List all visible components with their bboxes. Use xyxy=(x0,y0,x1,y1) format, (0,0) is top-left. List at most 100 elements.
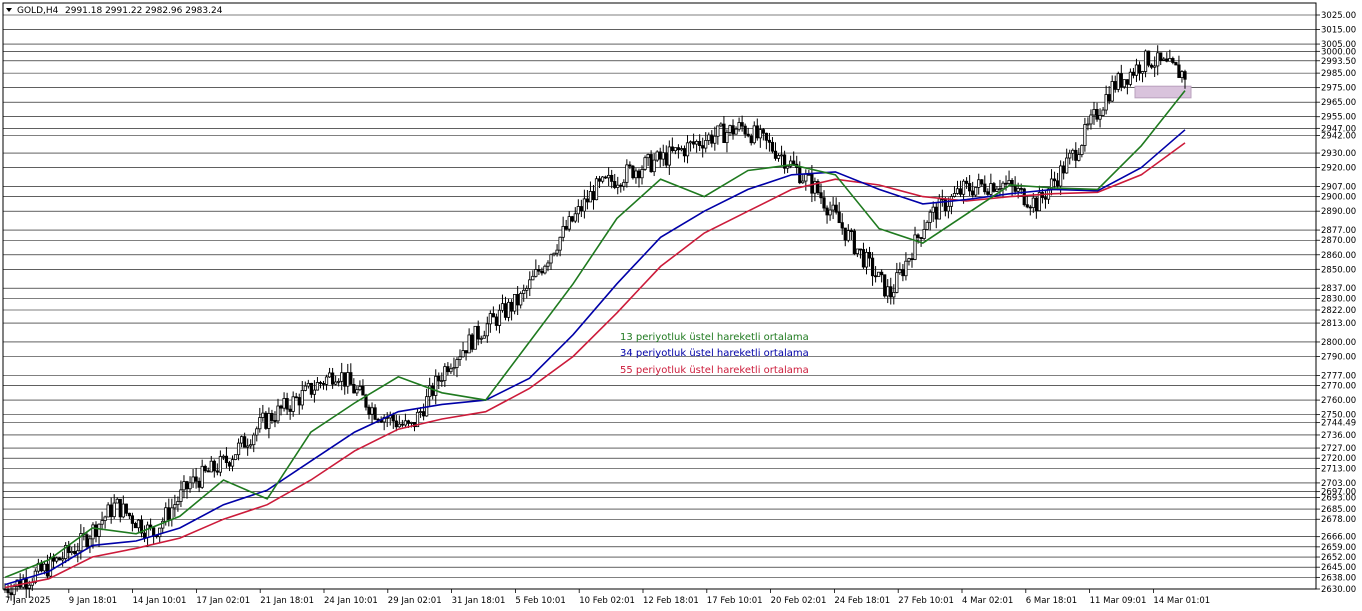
candle-body xyxy=(506,301,511,318)
candle-body xyxy=(1001,182,1005,190)
candle-body xyxy=(6,588,10,594)
candle-body xyxy=(482,335,486,339)
candle-body xyxy=(525,288,529,291)
y-tick-label: 2942.00 xyxy=(1321,132,1356,142)
candle-body xyxy=(434,375,438,396)
candle-body xyxy=(834,204,838,213)
candle-body xyxy=(925,221,929,230)
candle-body xyxy=(561,225,565,238)
y-tick-label: 2760.00 xyxy=(1321,396,1356,406)
candle-body xyxy=(679,148,684,151)
candle-body xyxy=(758,129,762,139)
candle-body xyxy=(346,372,350,387)
candle-body xyxy=(470,334,474,350)
candle-body xyxy=(786,165,790,169)
x-tick-label: 24 Feb 18:01 xyxy=(834,596,890,606)
candle-body xyxy=(1125,79,1129,85)
candle-body xyxy=(48,557,53,577)
candle-body xyxy=(167,507,171,521)
candle-body xyxy=(236,442,241,456)
candle-body xyxy=(145,524,150,538)
candle-body xyxy=(880,271,884,276)
candle-body xyxy=(194,476,198,482)
candle-body xyxy=(109,504,113,518)
candle-body xyxy=(531,275,535,281)
candle-body xyxy=(546,262,550,267)
candle-body xyxy=(476,325,480,340)
candle-body xyxy=(658,151,662,160)
candle-body xyxy=(764,132,768,141)
candle-body xyxy=(688,141,693,144)
candle-body xyxy=(1083,124,1087,146)
price-chart[interactable]: 3025.003015.003005.003000.002993.502985.… xyxy=(0,0,1362,611)
y-tick-label: 2830.00 xyxy=(1321,294,1356,304)
candle-body xyxy=(919,237,923,239)
candle-body xyxy=(822,197,826,209)
candle-body xyxy=(1074,149,1078,161)
candle-body xyxy=(112,502,116,518)
candle-body xyxy=(573,213,577,222)
candle-body xyxy=(591,191,596,201)
candle-body xyxy=(1137,64,1142,74)
chevron-down-icon[interactable] xyxy=(6,8,12,12)
candle-body xyxy=(995,188,999,192)
candle-body xyxy=(306,382,310,387)
x-tick-label: 9 Jan 18:01 xyxy=(69,596,117,606)
y-tick-label: 2638.00 xyxy=(1321,573,1356,583)
candle-body xyxy=(1062,165,1066,174)
candle-body xyxy=(1140,71,1145,74)
candle-body xyxy=(422,411,426,417)
candle-body xyxy=(594,178,599,201)
candle-body xyxy=(106,504,110,518)
candle-body xyxy=(103,516,107,521)
candle-body xyxy=(100,520,104,525)
candle-body xyxy=(737,122,741,130)
candle-body xyxy=(1177,64,1181,78)
candle-body xyxy=(200,465,204,488)
candle-body xyxy=(94,524,98,537)
candle-body xyxy=(761,129,765,134)
candle-body xyxy=(1159,52,1163,61)
candle-body xyxy=(240,436,244,444)
y-tick-label: 2985.00 xyxy=(1321,69,1356,79)
candle-body xyxy=(895,272,899,293)
candle-body xyxy=(825,207,829,216)
candle-body xyxy=(358,386,362,391)
candle-body xyxy=(843,227,847,241)
candle-body xyxy=(770,141,775,152)
candle-body xyxy=(628,164,632,167)
candle-body xyxy=(173,504,177,509)
candle-body xyxy=(898,269,902,274)
ohlc-values: 2991.18 2991.22 2982.96 2983.24 xyxy=(65,6,223,16)
candle-body xyxy=(989,183,993,195)
y-tick-label: 2678.00 xyxy=(1321,515,1356,525)
candle-body xyxy=(1086,123,1090,126)
plot-frame xyxy=(2,2,1317,590)
candle-body xyxy=(1025,204,1029,208)
candle-body xyxy=(118,498,122,518)
y-tick-label: 2890.00 xyxy=(1321,207,1356,217)
candle-body xyxy=(473,325,477,350)
candle-body xyxy=(998,188,1002,191)
y-tick-label: 2800.00 xyxy=(1321,338,1356,348)
candle-body xyxy=(437,375,441,382)
candle-body xyxy=(70,550,74,554)
y-tick-label: 2930.00 xyxy=(1321,149,1356,159)
candle-body xyxy=(1171,58,1175,63)
ema55-line xyxy=(4,142,1186,589)
y-tick-label: 2860.00 xyxy=(1321,251,1356,261)
candle-body xyxy=(1113,81,1117,90)
candle-body xyxy=(1055,180,1060,187)
candle-body xyxy=(819,192,823,199)
candle-body xyxy=(1116,73,1120,90)
candle-body xyxy=(1156,52,1160,67)
candle-body xyxy=(564,225,568,230)
candle-body xyxy=(479,337,483,340)
candle-body xyxy=(537,269,541,272)
candle-body xyxy=(968,183,972,192)
candle-body xyxy=(992,183,996,192)
candle-body xyxy=(1168,58,1172,62)
candle-body xyxy=(543,265,547,274)
candle-body xyxy=(1013,185,1017,192)
candle-body xyxy=(488,313,492,325)
